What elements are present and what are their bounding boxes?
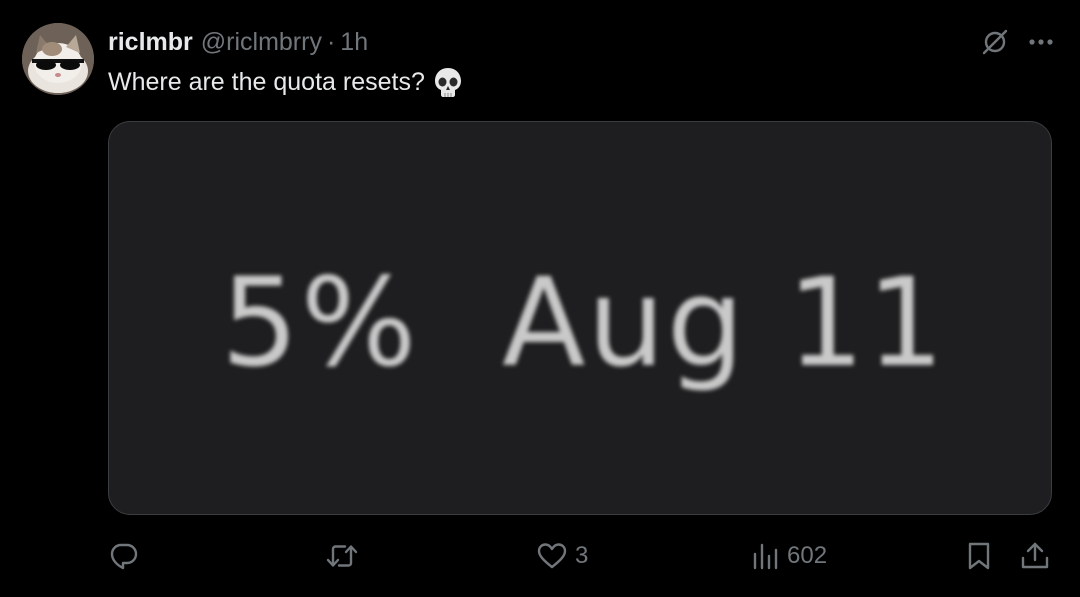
more-icon[interactable] <box>1028 38 1054 46</box>
post-header: riclmbr @riclmbrry · 1h <box>108 24 368 60</box>
avatar[interactable] <box>22 23 94 95</box>
timestamp[interactable]: 1h <box>340 28 368 57</box>
bookmark-button[interactable] <box>966 532 992 580</box>
views-button[interactable]: 602 <box>751 532 827 580</box>
user-handle[interactable]: @riclmbrry <box>201 28 322 57</box>
skull-emoji <box>433 66 463 98</box>
like-count: 3 <box>575 542 589 569</box>
post[interactable]: riclmbr @riclmbrry · 1h Where are the qu… <box>0 0 1080 597</box>
views-count: 602 <box>787 542 828 569</box>
post-media[interactable]: 5% Aug 11 <box>108 121 1052 515</box>
repost-icon <box>326 541 358 571</box>
media-percent-text: 5% <box>221 252 419 394</box>
media-date-text: Aug 11 <box>502 252 947 394</box>
post-actions: 3 602 <box>0 532 1080 580</box>
share-button[interactable] <box>1020 532 1050 580</box>
post-text: Where are the quota resets? <box>108 62 463 102</box>
share-icon <box>1020 541 1050 571</box>
post-text-content: Where are the quota resets? <box>108 67 425 96</box>
repost-button[interactable] <box>326 532 366 580</box>
bookmark-icon <box>966 541 992 571</box>
reply-button[interactable] <box>109 532 147 580</box>
grok-icon[interactable] <box>982 29 1008 55</box>
like-button[interactable]: 3 <box>537 532 588 580</box>
separator-dot: · <box>326 27 336 56</box>
heart-icon <box>537 542 567 570</box>
views-icon <box>751 542 779 570</box>
avatar-image <box>22 23 94 95</box>
top-actions <box>982 24 1054 60</box>
display-name[interactable]: riclmbr <box>108 28 193 57</box>
reply-icon <box>109 541 139 571</box>
